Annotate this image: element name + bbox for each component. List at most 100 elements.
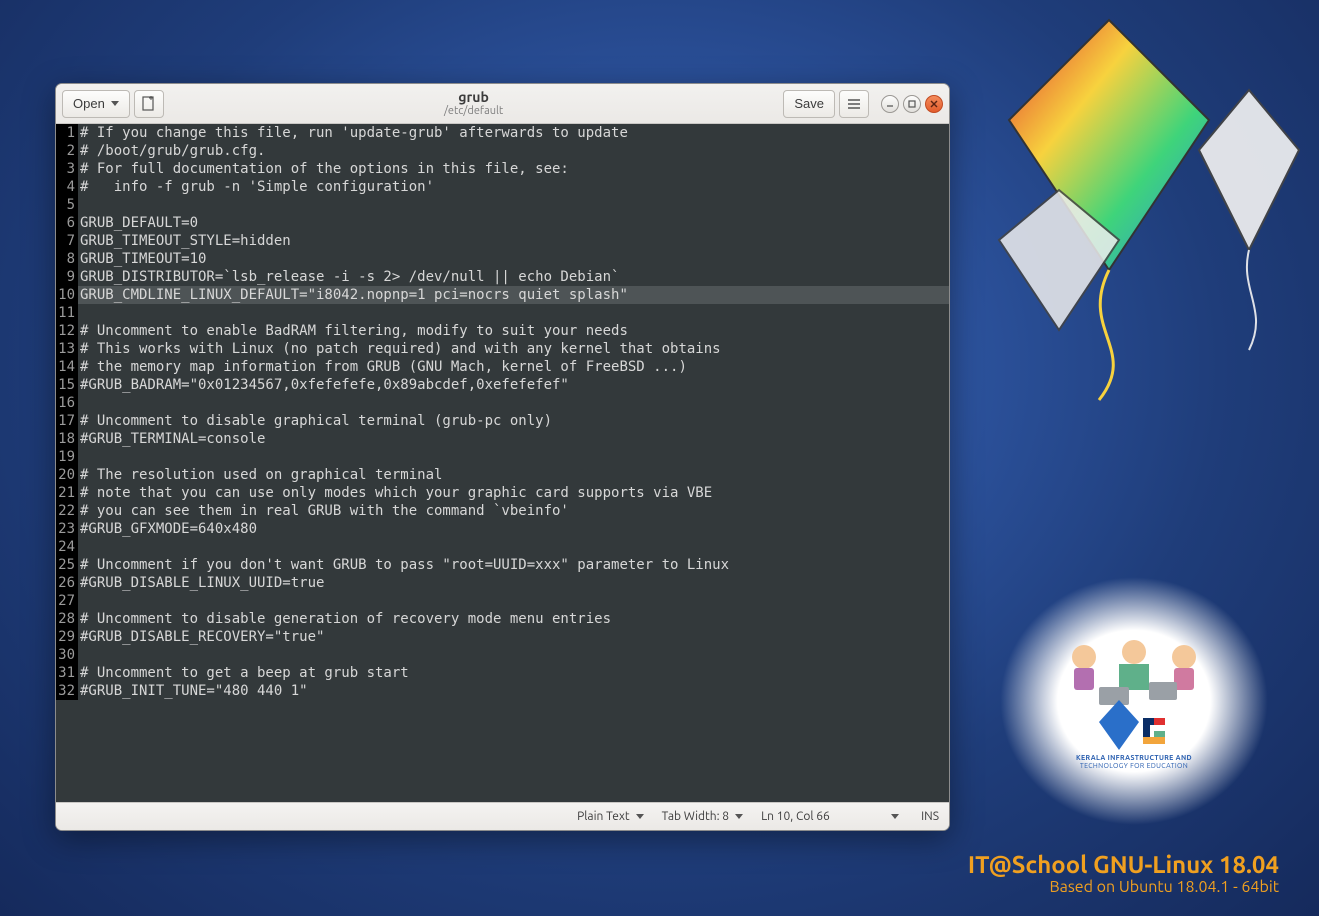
desktop-kites-art: [989, 10, 1309, 410]
syntax-mode-label: Plain Text: [577, 810, 630, 823]
distro-branding: IT@School GNU-Linux 18.04 Based on Ubunt…: [968, 851, 1279, 896]
code-line[interactable]: 23#GRUB_GFXMODE=640x480: [56, 520, 949, 538]
line-number: 23: [56, 520, 78, 538]
code-text: #GRUB_INIT_TUNE="480 440 1": [78, 682, 949, 700]
code-line[interactable]: 31# Uncomment to get a beep at grub star…: [56, 664, 949, 682]
code-line[interactable]: 21# note that you can use only modes whi…: [56, 484, 949, 502]
code-line[interactable]: 22# you can see them in real GRUB with t…: [56, 502, 949, 520]
save-button[interactable]: Save: [783, 90, 835, 118]
hamburger-icon: [847, 98, 861, 110]
window-close-button[interactable]: [925, 95, 943, 113]
line-number: 20: [56, 466, 78, 484]
code-text: [78, 538, 949, 556]
tab-width-selector[interactable]: Tab Width: 8: [662, 810, 743, 823]
code-line[interactable]: 28# Uncomment to disable generation of r…: [56, 610, 949, 628]
line-number: 3: [56, 160, 78, 178]
code-line[interactable]: 15#GRUB_BADRAM="0x01234567,0xfefefefe,0x…: [56, 376, 949, 394]
code-area[interactable]: 1# If you change this file, run 'update-…: [56, 124, 949, 802]
code-text: # The resolution used on graphical termi…: [78, 466, 949, 484]
code-text: GRUB_TIMEOUT_STYLE=hidden: [78, 232, 949, 250]
line-number: 28: [56, 610, 78, 628]
code-line[interactable]: 11: [56, 304, 949, 322]
syntax-mode-selector[interactable]: Plain Text: [577, 810, 644, 823]
code-line[interactable]: 9GRUB_DISTRIBUTOR=`lsb_release -i -s 2> …: [56, 268, 949, 286]
code-text: # Uncomment to disable graphical termina…: [78, 412, 949, 430]
insert-mode-label: INS: [921, 810, 939, 823]
code-text: # Uncomment to get a beep at grub start: [78, 664, 949, 682]
line-number: 29: [56, 628, 78, 646]
code-line[interactable]: 17# Uncomment to disable graphical termi…: [56, 412, 949, 430]
code-line[interactable]: 14# the memory map information from GRUB…: [56, 358, 949, 376]
code-line[interactable]: 1# If you change this file, run 'update-…: [56, 124, 949, 142]
code-line[interactable]: 3# For full documentation of the options…: [56, 160, 949, 178]
line-number: 4: [56, 178, 78, 196]
line-number: 11: [56, 304, 78, 322]
code-line[interactable]: 6GRUB_DEFAULT=0: [56, 214, 949, 232]
line-number: 13: [56, 340, 78, 358]
distro-logo-bubble: KERALA INFRASTRUCTURE AND TECHNOLOGY FOR…: [999, 576, 1269, 826]
code-line[interactable]: 24: [56, 538, 949, 556]
code-text: # This works with Linux (no patch requir…: [78, 340, 949, 358]
insert-mode-indicator[interactable]: INS: [921, 810, 939, 823]
code-line[interactable]: 25# Uncomment if you don't want GRUB to …: [56, 556, 949, 574]
close-icon: [930, 100, 938, 108]
hamburger-menu-button[interactable]: [839, 90, 869, 118]
code-line[interactable]: 12# Uncomment to enable BadRAM filtering…: [56, 322, 949, 340]
save-button-label: Save: [794, 96, 824, 111]
cursor-position: Ln 10, Col 66: [761, 810, 871, 823]
code-line[interactable]: 2# /boot/grub/grub.cfg.: [56, 142, 949, 160]
code-line[interactable]: 7GRUB_TIMEOUT_STYLE=hidden: [56, 232, 949, 250]
line-number: 12: [56, 322, 78, 340]
code-text: # note that you can use only modes which…: [78, 484, 949, 502]
statusbar: Plain Text Tab Width: 8 Ln 10, Col 66 IN…: [56, 802, 949, 830]
document-path: /etc/default: [168, 105, 780, 117]
code-text: # Uncomment if you don't want GRUB to pa…: [78, 556, 949, 574]
code-text: #GRUB_GFXMODE=640x480: [78, 520, 949, 538]
cursor-position-label: Ln 10, Col 66: [761, 810, 830, 823]
code-line[interactable]: 5: [56, 196, 949, 214]
code-line[interactable]: 20# The resolution used on graphical ter…: [56, 466, 949, 484]
code-text: #GRUB_BADRAM="0x01234567,0xfefefefe,0x89…: [78, 376, 949, 394]
code-line[interactable]: 10GRUB_CMDLINE_LINUX_DEFAULT="i8042.nopn…: [56, 286, 949, 304]
code-line[interactable]: 13# This works with Linux (no patch requ…: [56, 340, 949, 358]
code-line[interactable]: 19: [56, 448, 949, 466]
line-number: 27: [56, 592, 78, 610]
code-text: [78, 646, 949, 664]
new-tab-button[interactable]: [134, 90, 164, 118]
code-text: # the memory map information from GRUB (…: [78, 358, 949, 376]
code-line[interactable]: 27: [56, 592, 949, 610]
code-line[interactable]: 4# info -f grub -n 'Simple configuration…: [56, 178, 949, 196]
code-text: #GRUB_TERMINAL=console: [78, 430, 949, 448]
line-number: 22: [56, 502, 78, 520]
line-number: 5: [56, 196, 78, 214]
new-document-icon: [142, 96, 156, 112]
code-text: # info -f grub -n 'Simple configuration': [78, 178, 949, 196]
line-number: 21: [56, 484, 78, 502]
code-line[interactable]: 30: [56, 646, 949, 664]
code-text: # Uncomment to enable BadRAM filtering, …: [78, 322, 949, 340]
statusbar-extra-menu[interactable]: [889, 814, 903, 819]
open-button[interactable]: Open: [62, 90, 130, 118]
line-number: 18: [56, 430, 78, 448]
code-line[interactable]: 8GRUB_TIMEOUT=10: [56, 250, 949, 268]
code-line[interactable]: 16: [56, 394, 949, 412]
line-number: 17: [56, 412, 78, 430]
code-line[interactable]: 29#GRUB_DISABLE_RECOVERY="true": [56, 628, 949, 646]
line-number: 19: [56, 448, 78, 466]
code-text: [78, 592, 949, 610]
window-maximize-button[interactable]: [903, 95, 921, 113]
maximize-icon: [908, 100, 916, 108]
line-number: 7: [56, 232, 78, 250]
code-line[interactable]: 18#GRUB_TERMINAL=console: [56, 430, 949, 448]
window-minimize-button[interactable]: [881, 95, 899, 113]
code-line[interactable]: 32#GRUB_INIT_TUNE="480 440 1": [56, 682, 949, 700]
line-number: 31: [56, 664, 78, 682]
text-editor-window: Open grub /etc/default Save: [55, 83, 950, 831]
code-line[interactable]: 26#GRUB_DISABLE_LINUX_UUID=true: [56, 574, 949, 592]
line-number: 6: [56, 214, 78, 232]
code-text: # Uncomment to disable generation of rec…: [78, 610, 949, 628]
code-text: [78, 196, 949, 214]
distro-base: Based on Ubuntu 18.04.1 - 64bit: [968, 878, 1279, 896]
document-title: grub: [168, 90, 780, 105]
line-number: 24: [56, 538, 78, 556]
